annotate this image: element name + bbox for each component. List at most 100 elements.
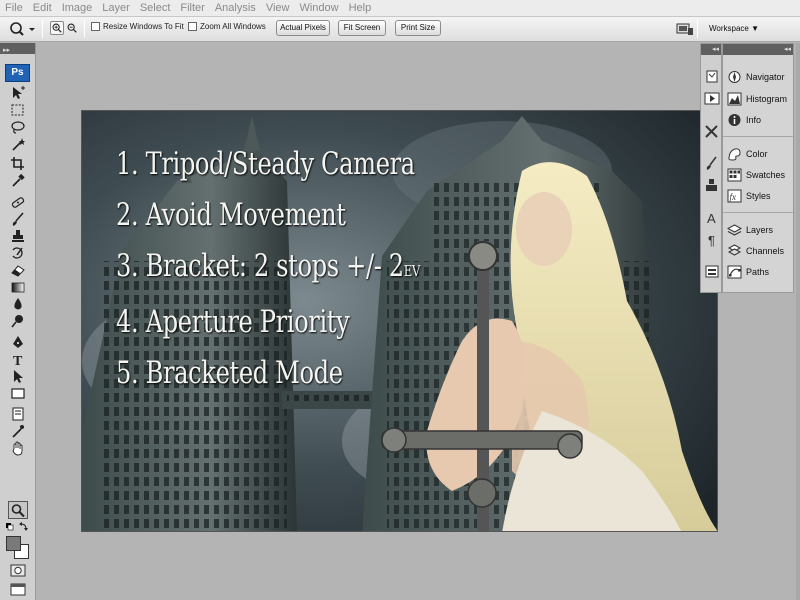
zoom-tool-preset-icon[interactable] (6, 21, 36, 38)
panel-tab-info[interactable]: Info (727, 111, 793, 129)
panel-label: Paths (746, 267, 770, 277)
styles-icon: fx (727, 189, 742, 203)
spot-healing-tool-icon[interactable] (10, 195, 26, 210)
zoom-out-icon[interactable] (65, 21, 79, 35)
panel-label: Styles (746, 191, 771, 201)
layer-comps-panel-icon[interactable] (704, 264, 720, 279)
workspace-switcher-icon[interactable] (676, 21, 694, 37)
collapsed-panels-strip: ◂◂ A ¶ (700, 43, 722, 293)
type-tool-icon[interactable]: T (10, 352, 26, 367)
document-canvas[interactable]: 1. Tripod/Steady Camera 2. Avoid Movemen… (81, 110, 718, 532)
rectangle-tool-icon[interactable] (10, 386, 26, 401)
character-panel-icon[interactable]: A (704, 210, 720, 225)
checkbox-box[interactable] (188, 22, 197, 31)
eyedropper-tool-icon[interactable] (10, 173, 26, 188)
actions-panel-icon[interactable] (704, 91, 720, 106)
dodge-tool-icon[interactable] (10, 314, 26, 329)
paragraph-panel-icon[interactable]: ¶ (704, 232, 720, 247)
zoom-all-windows-label: Zoom All Windows (200, 22, 266, 31)
menu-help[interactable]: Help (344, 0, 377, 17)
panel-tab-paths[interactable]: Paths (727, 263, 793, 281)
pen-tool-icon[interactable] (10, 335, 26, 350)
foreground-color-swatch-front[interactable] (6, 536, 21, 551)
magic-wand-tool-icon[interactable] (10, 137, 26, 152)
blur-tool-icon[interactable] (10, 297, 26, 312)
default-colors-icon[interactable] (5, 521, 31, 535)
brush-tool-icon[interactable] (10, 212, 26, 227)
layers-icon (727, 224, 742, 236)
collapsed-strip-header[interactable]: ◂◂ (701, 44, 721, 55)
history-panel-icon[interactable] (704, 69, 720, 84)
path-selection-tool-icon[interactable] (10, 369, 26, 384)
channels-icon (727, 244, 742, 256)
fit-screen-button[interactable]: Fit Screen (338, 20, 386, 36)
separator (42, 20, 43, 38)
move-tool-icon[interactable] (10, 86, 26, 101)
window-edge (796, 43, 800, 600)
menu-select[interactable]: Select (135, 0, 176, 17)
panel-group-separator (723, 212, 795, 213)
panel-tab-layers[interactable]: Layers (727, 221, 793, 239)
panel-label: Channels (746, 246, 785, 256)
resize-windows-checkbox[interactable]: Resize Windows To Fit (91, 22, 184, 31)
paths-icon (727, 265, 742, 279)
checkbox-box[interactable] (91, 22, 100, 31)
panel-tab-channels[interactable]: Channels (727, 242, 793, 260)
clone-stamp-tool-icon[interactable] (10, 229, 26, 244)
history-brush-tool-icon[interactable] (10, 246, 26, 261)
menu-window[interactable]: Window (294, 0, 343, 17)
workspace-button[interactable]: Workspace ▼ (699, 20, 763, 37)
panel-tab-color[interactable]: Color (727, 145, 793, 163)
zoom-tool-icon[interactable] (10, 503, 26, 518)
canvas-text-line-3: 3. Bracket: 2 stops +/- 2EV (116, 241, 420, 297)
crop-tool-icon[interactable] (10, 156, 26, 171)
canvas-text-line-2: 2. Avoid Movement (116, 197, 346, 233)
svg-text:A: A (707, 211, 716, 225)
canvas-text-ev: EV (403, 262, 421, 280)
menu-layer[interactable]: Layer (97, 0, 135, 17)
brushes-panel-icon[interactable] (704, 156, 720, 171)
canvas-text-line-1: 1. Tripod/Steady Camera (116, 146, 415, 182)
panels-dock: ◂◂ Navigator Histogram Info Color Swatch… (722, 43, 795, 293)
zoom-all-windows-checkbox[interactable]: Zoom All Windows (188, 22, 266, 31)
canvas-text-line-5: 5. Bracketed Mode (116, 355, 343, 391)
svg-text:¶: ¶ (708, 233, 715, 247)
zoom-in-icon[interactable] (50, 21, 64, 35)
eraser-tool-icon[interactable] (10, 263, 26, 278)
eyedropper-sampler-tool-icon[interactable] (10, 424, 26, 439)
separator (84, 20, 85, 38)
gradient-tool-icon[interactable] (10, 280, 26, 295)
lasso-tool-icon[interactable] (10, 120, 26, 135)
panel-tab-histogram[interactable]: Histogram (727, 90, 793, 108)
panel-label: Histogram (746, 94, 788, 104)
canvas-text-layer: 1. Tripod/Steady Camera 2. Avoid Movemen… (116, 139, 420, 399)
panels-dock-header[interactable]: ◂◂ (723, 44, 793, 55)
quick-mask-icon[interactable] (10, 563, 26, 578)
svg-text:fx: fx (730, 192, 737, 202)
tools-panel-header[interactable]: ▸▸ (0, 43, 35, 54)
menu-file[interactable]: File (0, 0, 28, 17)
canvas-text-line-4: 4. Aperture Priority (116, 304, 350, 340)
menu-image[interactable]: Image (57, 0, 98, 17)
options-bar: Resize Windows To Fit Zoom All Windows A… (0, 17, 800, 42)
menu-view[interactable]: View (261, 0, 295, 17)
hand-tool-icon[interactable] (10, 441, 26, 456)
menu-filter[interactable]: Filter (175, 0, 209, 17)
menu-analysis[interactable]: Analysis (210, 0, 261, 17)
panel-tab-styles[interactable]: fx Styles (727, 187, 793, 205)
tool-presets-panel-icon[interactable] (704, 124, 720, 139)
notes-tool-icon[interactable] (10, 407, 26, 422)
menu-edit[interactable]: Edit (28, 0, 57, 17)
panel-tab-navigator[interactable]: Navigator (727, 68, 793, 86)
canvas-text-line-3-main: 3. Bracket: 2 stops +/- 2 (116, 248, 404, 284)
clone-source-panel-icon[interactable] (704, 178, 720, 193)
panel-tab-swatches[interactable]: Swatches (727, 166, 793, 184)
screen-mode-icon[interactable] (10, 582, 26, 597)
marquee-tool-icon[interactable] (10, 103, 26, 118)
histogram-icon (727, 92, 742, 106)
actual-pixels-button[interactable]: Actual Pixels (276, 20, 330, 36)
photoshop-logo[interactable]: Ps (5, 64, 30, 82)
print-size-button[interactable]: Print Size (395, 20, 441, 36)
separator (697, 20, 698, 38)
panel-label: Swatches (746, 170, 786, 180)
